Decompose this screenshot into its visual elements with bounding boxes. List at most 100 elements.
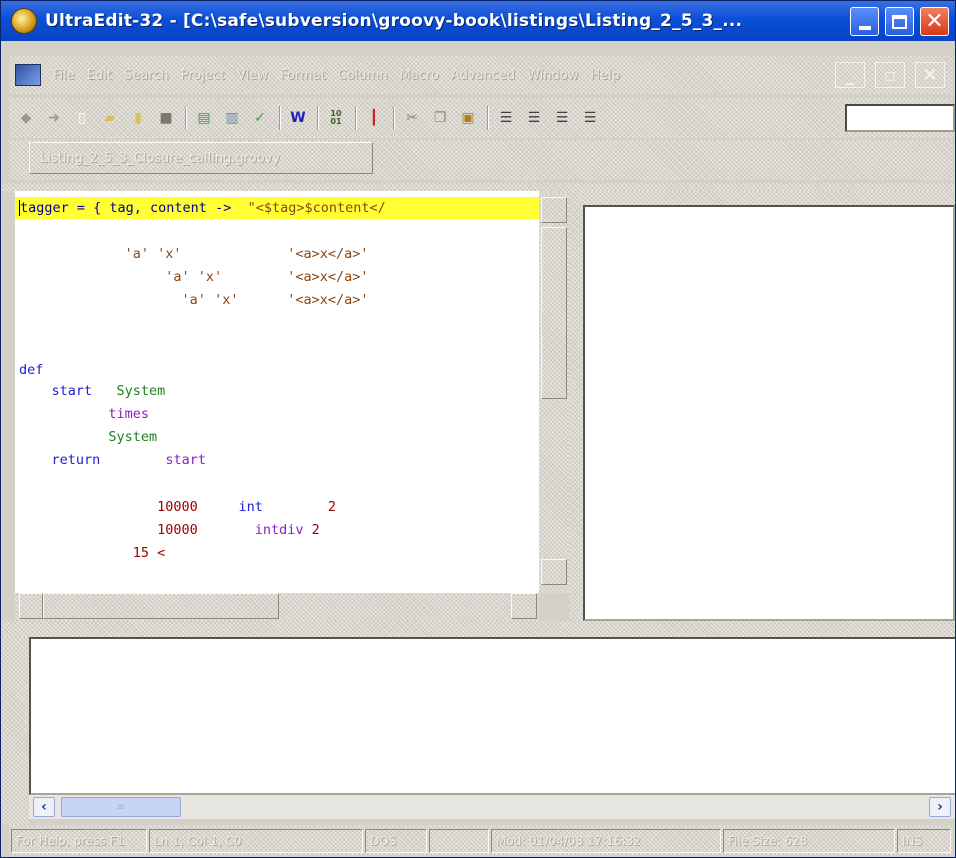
code-line-5: def [19,359,43,381]
menu-search[interactable]: Search [124,68,169,83]
toolbar-separator [279,106,281,130]
code-segment: intdiv [197,522,312,538]
code-segment: int [197,499,328,515]
status-file-size: File Size: 628 [723,829,895,853]
status-bar: For Help, press F1 Ln 1, Col 1, C0 DOS M… [9,825,953,855]
status-modified: Mod: 01/04/08 17:16:32 [491,829,721,853]
editor-vertical-scrollbar[interactable] [539,193,569,593]
menu-advanced[interactable]: Advanced [451,68,515,83]
hex-mode-icon[interactable]: 10 01 [325,107,347,129]
output-scroll-left-button[interactable]: ‹ [33,797,55,817]
menu-edit[interactable]: Edit [87,68,112,83]
code-segment: times [19,406,150,422]
code-line-6: start System [19,380,166,402]
code-segment: 'a' 'x' '<a>x</a>' [19,269,369,285]
document-menu-icon[interactable] [15,64,41,86]
menu-help[interactable]: Help [590,68,620,83]
code-segment: System [116,383,166,399]
code-segment: 'a' 'x' '<a>x</a>' [19,292,369,308]
back-icon[interactable]: ◆ [15,107,37,129]
open-folder-icon[interactable]: ▰ [99,107,121,129]
menu-file[interactable]: File [53,68,75,83]
align-center-icon[interactable]: ☰ [523,107,545,129]
ultraedit-app-icon[interactable] [11,8,37,34]
code-line-9: return start [19,449,206,471]
paste-icon[interactable]: ▣ [457,107,479,129]
menu-bar: File Edit Search Project View Format Col… [9,56,953,94]
justify-icon[interactable]: ☰ [579,107,601,129]
mdi-minimize-button[interactable]: _ [835,62,865,88]
menu-project[interactable]: Project [181,68,225,83]
status-help: For Help, press F1 [11,829,147,853]
code-line-10: 10000 int 2 [19,496,336,518]
forward-icon[interactable]: ➜ [43,107,65,129]
code-segment: 10000 [19,499,198,515]
code-line-4: 'a' 'x' '<a>x</a>' [19,289,369,311]
output-window[interactable] [29,637,955,795]
print-preview-icon[interactable]: ▥ [221,107,243,129]
code-segment: def [19,362,44,378]
status-insert-mode: INS [897,829,951,853]
menu-format[interactable]: Format [280,68,326,83]
code-segment: "<$tag>$content</ [247,200,386,216]
horizontal-scroll-thumb[interactable] [43,593,279,619]
code-editor[interactable]: tagger = { tag, content -> "<$tag>$conte… [15,191,539,595]
vertical-splitter[interactable] [569,191,583,621]
code-segment: return [19,452,166,468]
menu-window[interactable]: Window [527,68,578,83]
output-scroll-thumb[interactable]: ≡ [61,797,181,817]
align-left-icon[interactable]: ☰ [495,107,517,129]
code-line-7: times [19,403,149,425]
scroll-up-button[interactable] [541,197,567,223]
word-wrap-icon[interactable]: W [287,107,309,129]
horizontal-splitter[interactable] [1,621,955,637]
output-left-gutter [1,637,29,825]
maximize-button[interactable] [885,7,914,36]
align-right-icon[interactable]: ☰ [551,107,573,129]
maximize-icon [892,14,907,29]
code-segment: 'a' 'x' '<a>x</a>' [19,246,369,262]
toolbar-separator [393,106,395,130]
close-icon: ✕ [925,8,944,34]
output-horizontal-scrollbar[interactable]: ‹ ≡ › [29,795,955,819]
right-pane-header [583,191,955,205]
mdi-restore-button[interactable]: ▫ [875,62,905,88]
menu-macro[interactable]: Macro [400,68,439,83]
code-segment: 2 [327,499,336,515]
output-scroll-right-button[interactable]: › [929,797,951,817]
open-file-icon[interactable]: ▮ [127,107,149,129]
menu-column[interactable]: Column [338,68,388,83]
toolbar-separator [355,106,357,130]
code-line-1: tagger = { tag, content -> "<$tag>$conte… [15,197,539,219]
menu-view[interactable]: View [237,68,268,83]
secondary-pane[interactable] [583,205,955,621]
copy-icon[interactable]: ❐ [429,107,451,129]
cut-icon[interactable]: ✂ [401,107,423,129]
print-icon[interactable]: ▤ [193,107,215,129]
minimize-icon [858,25,871,30]
column-marker-icon[interactable]: ┃ [363,107,385,129]
code-segment: tagger = { tag, content -> [20,200,248,216]
status-line-ending: DOS [365,829,427,853]
scroll-right-button[interactable] [511,593,537,619]
scroll-down-button[interactable] [541,559,567,585]
code-segment: 2 [311,522,320,538]
mdi-close-button[interactable]: ✕ [915,62,945,88]
code-segment: start [165,452,206,468]
title-bar[interactable]: UltraEdit-32 - [C:\safe\subversion\groov… [1,1,955,41]
minimize-button[interactable] [850,7,879,36]
main-toolbar: ◆ ➜ ▯ ▰ ▮ ■ ▤ ▥ ✓ W 10 01 ┃ ✂ ❐ ▣ ☰ ☰ ☰ … [9,98,955,138]
new-file-icon[interactable]: ▯ [71,107,93,129]
file-tab-strip: Listing_2_5_3_Closure_calling.groovy [9,140,953,180]
toolbar-combo-input[interactable] [845,104,955,132]
editor-horizontal-scrollbar[interactable] [15,593,539,621]
close-button[interactable]: ✕ [920,7,949,36]
scroll-left-button[interactable] [19,593,43,619]
scroll-thumb[interactable] [541,227,567,399]
application-window: UltraEdit-32 - [C:\safe\subversion\groov… [0,0,956,858]
status-empty [429,829,489,853]
status-position: Ln 1, Col 1, C0 [149,829,363,853]
file-tab[interactable]: Listing_2_5_3_Closure_calling.groovy [29,142,373,174]
save-icon[interactable]: ■ [155,107,177,129]
spell-check-icon[interactable]: ✓ [249,107,271,129]
